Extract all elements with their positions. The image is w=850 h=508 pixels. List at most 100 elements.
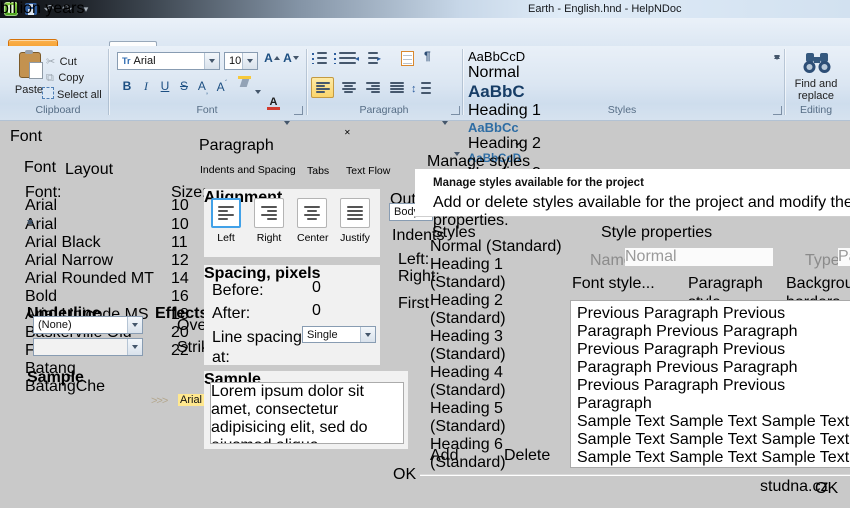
style-normal[interactable]: AaBbCcD Normal xyxy=(468,49,771,82)
type-field[interactable]: Paragraph and xyxy=(838,248,850,266)
line-spacing-combo[interactable]: Single xyxy=(302,326,376,343)
paste-icon xyxy=(19,50,43,79)
watermark: studna.cz xyxy=(760,478,829,495)
before-input[interactable]: 0 xyxy=(312,279,344,296)
list-item[interactable]: Arial Black xyxy=(25,234,166,252)
delete-button[interactable]: Delete xyxy=(504,446,572,465)
highlight-dropdown-icon[interactable] xyxy=(254,88,262,96)
superscript-button[interactable]: Aˊ xyxy=(213,79,231,94)
copy-label: Copy xyxy=(58,72,84,84)
list-item[interactable]: Heading 2 (Standard) xyxy=(430,292,582,328)
align-center-option[interactable] xyxy=(297,198,327,228)
paragraph-style-button[interactable]: Paragraph style... xyxy=(688,274,780,311)
underline-value: (None) xyxy=(38,319,72,331)
shrink-font-button[interactable]: A xyxy=(283,51,300,65)
spacing-group-label: Spacing, pixels xyxy=(204,265,321,282)
style-preview: AaBbC xyxy=(468,82,525,101)
list-item[interactable]: Heading 5 (Standard) xyxy=(430,400,582,436)
strikethrough-button[interactable]: S xyxy=(175,79,193,93)
footer-separator xyxy=(420,474,850,475)
list-item[interactable]: Arial Rounded MT Bold xyxy=(25,270,166,306)
paragraph-sample-group: Sample Lorem ipsum dolor sit amet, conse… xyxy=(204,371,408,449)
font-family-combo[interactable]: Tr Arial xyxy=(117,52,220,70)
superscript-glyph: A xyxy=(216,80,225,94)
ribbon-tab-row: File Home Write Insert xyxy=(0,18,850,65)
paragraph-group-label: Paragraph xyxy=(359,104,409,116)
before-label: Before: xyxy=(212,282,264,299)
styles-list[interactable]: Normal (Standard) Heading 1 (Standard) H… xyxy=(430,238,582,471)
select-all-button[interactable]: Select all xyxy=(42,85,102,101)
align-right-label: Right xyxy=(256,232,282,244)
align-right-option[interactable] xyxy=(254,198,284,228)
list-item[interactable]: Normal (Standard) xyxy=(430,238,582,256)
line-spacing-dropdown-icon[interactable] xyxy=(441,119,449,127)
font-dialog-launcher-icon[interactable] xyxy=(294,106,303,115)
underline-button[interactable]: U xyxy=(156,79,174,93)
font-group-label: Font xyxy=(196,104,218,116)
tab-tabs[interactable]: Tabs xyxy=(307,163,345,180)
align-right-button[interactable] xyxy=(361,77,384,98)
font-style-button[interactable]: Font style... xyxy=(572,274,682,293)
tab-text-flow[interactable]: Text Flow xyxy=(346,163,402,180)
app-window: ↶ ↷ ▾ Earth - English.hnd - HelpNDoc Fil… xyxy=(0,0,850,508)
sample-paragraph: Lorem ipsum dolor sit amet, consectetur … xyxy=(211,383,368,443)
tab-layout[interactable]: Layout xyxy=(65,161,113,178)
font-name-input[interactable]: Arial xyxy=(25,197,166,215)
italic-button[interactable]: I xyxy=(137,79,155,94)
font-size-combo[interactable]: 10 xyxy=(224,52,258,70)
align-left-button[interactable] xyxy=(311,77,334,98)
style-preview-box: Previous Paragraph Previous Paragraph Pr… xyxy=(570,300,850,468)
truetype-icon: Tr xyxy=(122,56,131,66)
cut-button[interactable]: ✂ Cut xyxy=(46,52,77,68)
add-button[interactable]: Add xyxy=(430,446,498,465)
superscript-mark: ˊ xyxy=(224,79,228,88)
align-right-icon xyxy=(261,206,277,220)
list-item[interactable]: Heading 4 (Standard) xyxy=(430,364,582,400)
preview-previous-paragraph: Previous Paragraph Previous Paragraph Pr… xyxy=(577,305,798,412)
background-style-button[interactable]: Background and borders... xyxy=(786,274,850,311)
list-item[interactable]: Heading 1 (Standard) xyxy=(430,256,582,292)
name-field[interactable]: Normal xyxy=(625,248,773,266)
line-spacing-value: Single xyxy=(307,328,338,341)
justify-button[interactable] xyxy=(385,77,408,98)
group-separator xyxy=(108,49,109,115)
shading-button[interactable] xyxy=(438,127,452,140)
grow-font-button[interactable]: A xyxy=(264,51,281,65)
align-center-button[interactable] xyxy=(337,77,360,98)
formatting-marks-button[interactable]: ¶ xyxy=(424,49,431,63)
after-input[interactable]: 0 xyxy=(312,302,344,319)
binoculars-icon xyxy=(803,53,831,73)
list-item[interactable]: Heading 3 (Standard) xyxy=(430,328,582,364)
manage-styles-dialog: Manage styles Manage styles available fo… xyxy=(410,148,850,505)
tab-indents-spacing[interactable]: Indents and Spacing xyxy=(200,160,306,180)
style-name: Normal xyxy=(468,64,520,81)
after-label: After: xyxy=(212,305,251,322)
at-input[interactable] xyxy=(312,346,344,363)
alignment-group: Alignment Left Right Center Justify xyxy=(204,189,380,257)
line-spacing-label: Line spacing: xyxy=(212,329,307,346)
tab-font[interactable]: Font xyxy=(24,158,64,178)
cut-label: Cut xyxy=(59,56,77,68)
font-list[interactable]: Arial Arial Black Arial Narrow Arial Rou… xyxy=(25,216,166,395)
list-item[interactable]: Arial xyxy=(25,216,166,234)
subscript-button[interactable]: A, xyxy=(194,79,212,95)
style-preview: AaBbCc xyxy=(468,120,519,135)
paragraph-dialog-launcher-icon[interactable] xyxy=(451,106,460,115)
find-replace-label: Find and replace xyxy=(794,78,838,102)
copy-button[interactable]: ⧉ Copy xyxy=(46,68,84,84)
justify-icon xyxy=(389,81,404,94)
font-color-button[interactable]: A xyxy=(267,97,280,110)
align-right-icon xyxy=(365,81,380,94)
align-justify-icon xyxy=(347,206,363,220)
find-replace-button[interactable]: Find and replace xyxy=(788,50,844,104)
line-spacing-button[interactable]: ↕ xyxy=(411,79,431,97)
underline-style-combo[interactable] xyxy=(33,338,143,356)
align-left-option[interactable] xyxy=(211,198,241,228)
select-all-icon xyxy=(42,87,54,99)
bold-button[interactable]: B xyxy=(118,79,136,93)
underline-combo[interactable]: (None) xyxy=(33,316,143,334)
clipboard-group-label: Clipboard xyxy=(35,104,81,116)
align-left-icon xyxy=(315,81,330,94)
list-item[interactable]: Arial Narrow xyxy=(25,252,166,270)
align-justify-option[interactable] xyxy=(340,198,370,228)
